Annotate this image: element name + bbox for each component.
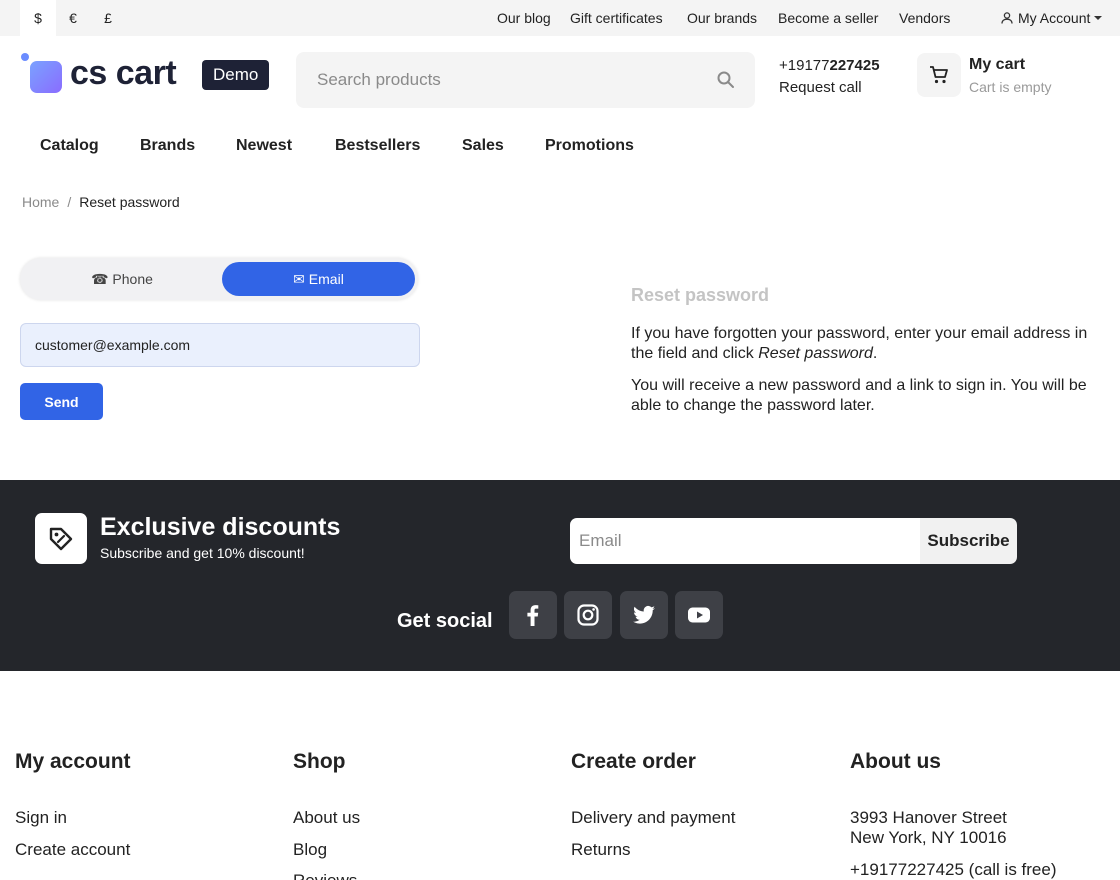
cart-button[interactable]: [917, 53, 961, 97]
logo-dot-icon: [21, 53, 29, 61]
reset-instructions-end: .: [872, 345, 878, 362]
twitter-icon: [633, 605, 655, 624]
footer-address-street: 3993 Hanover Street: [850, 808, 1007, 827]
footer-shop-title: Shop: [293, 750, 346, 773]
top-link-blog[interactable]: Our blog: [497, 0, 551, 36]
phone-prefix: +19177: [779, 57, 830, 74]
demo-badge: Demo: [202, 60, 270, 90]
footer-link-sign-in[interactable]: Sign in: [15, 808, 67, 828]
search-icon[interactable]: [716, 70, 736, 90]
footer-phone[interactable]: +19177227425 (call is free): [850, 860, 1057, 880]
subscribe-button[interactable]: Subscribe: [920, 518, 1017, 564]
my-account-label: My Account: [1018, 10, 1091, 26]
cart-status: Cart is empty: [969, 79, 1052, 95]
user-icon: [1001, 12, 1013, 24]
get-social-label: Get social: [397, 610, 493, 632]
nav-sales[interactable]: Sales: [462, 137, 504, 155]
reset-instructions: If you have forgotten your password, ent…: [631, 324, 1106, 364]
phone-bold: 227425: [829, 57, 880, 74]
twitter-button[interactable]: [620, 591, 668, 639]
footer-address-city: New York, NY 10016: [850, 828, 1007, 847]
tab-phone[interactable]: ☎ Phone: [24, 262, 220, 296]
tab-email[interactable]: ✉ Email: [222, 262, 415, 296]
footer-link-blog[interactable]: Blog: [293, 840, 327, 860]
currency-gbp[interactable]: £: [90, 0, 126, 36]
facebook-icon: [527, 605, 539, 626]
search-input[interactable]: [296, 52, 696, 108]
cart-icon: [930, 66, 948, 84]
footer-about-us-title: About us: [850, 750, 941, 773]
site-logo[interactable]: cs cart: [20, 52, 177, 94]
discount-badge: [35, 513, 87, 564]
nav-promotions[interactable]: Promotions: [545, 137, 634, 155]
nav-brands[interactable]: Brands: [140, 137, 195, 155]
breadcrumb-separator: /: [67, 194, 72, 210]
phone-number[interactable]: +19177227425: [779, 57, 880, 74]
subscribe-email-input[interactable]: [570, 518, 920, 564]
top-link-become-seller[interactable]: Become a seller: [778, 0, 878, 36]
reset-instructions-emphasis: Reset password: [758, 345, 873, 362]
logo-text: cs cart: [70, 53, 177, 92]
footer-link-returns[interactable]: Returns: [571, 840, 631, 860]
youtube-button[interactable]: [675, 591, 723, 639]
instagram-button[interactable]: [564, 591, 612, 639]
footer-link-about-us[interactable]: About us: [293, 808, 360, 828]
recovery-method-toggle: ☎ Phone ✉ Email: [20, 258, 418, 300]
newsletter-subtitle: Subscribe and get 10% discount!: [100, 545, 305, 561]
breadcrumb-current: Reset password: [79, 194, 180, 210]
footer-my-account-title: My account: [15, 750, 131, 773]
top-bar: $ € £ Our blog Gift certificates Our bra…: [0, 0, 1120, 36]
breadcrumb-home[interactable]: Home: [22, 194, 59, 210]
send-button[interactable]: Send: [20, 383, 103, 420]
tag-icon: [49, 527, 73, 551]
my-account-menu[interactable]: My Account: [1000, 0, 1103, 36]
footer-create-order-title: Create order: [571, 750, 696, 773]
caret-down-icon: [1094, 16, 1103, 20]
breadcrumb: Home / Reset password: [22, 194, 180, 210]
reset-password-title: Reset password: [631, 285, 770, 305]
currency-usd[interactable]: $: [20, 0, 56, 36]
instagram-icon: [577, 604, 599, 626]
request-call-link[interactable]: Request call: [779, 79, 862, 96]
email-field[interactable]: [20, 323, 420, 367]
footer-link-delivery-payment[interactable]: Delivery and payment: [571, 808, 735, 828]
top-link-brands[interactable]: Our brands: [687, 0, 757, 36]
footer-link-reviews[interactable]: Reviews: [293, 871, 357, 880]
nav-bestsellers[interactable]: Bestsellers: [335, 137, 420, 155]
facebook-button[interactable]: [509, 591, 557, 639]
nav-newest[interactable]: Newest: [236, 137, 292, 155]
reset-followup: You will receive a new password and a li…: [631, 377, 1087, 414]
currency-eur[interactable]: €: [55, 0, 91, 36]
search-box: [296, 52, 755, 108]
logo-mark-icon: [30, 61, 62, 93]
newsletter-title: Exclusive discounts: [100, 513, 341, 541]
newsletter-band: [0, 480, 1120, 671]
youtube-icon: [688, 607, 710, 623]
nav-catalog[interactable]: Catalog: [40, 137, 99, 155]
footer-link-create-account[interactable]: Create account: [15, 840, 130, 860]
top-link-vendors[interactable]: Vendors: [899, 0, 950, 36]
cart-title[interactable]: My cart: [969, 56, 1025, 74]
top-link-gift-certificates[interactable]: Gift certificates: [570, 0, 663, 36]
